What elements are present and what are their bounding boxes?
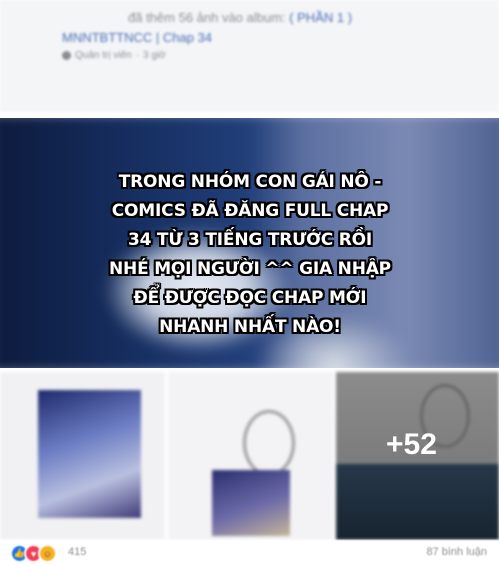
album-name-link[interactable]: ( PHẦN 1 ) — [289, 10, 352, 25]
thumbnail-art — [336, 464, 499, 540]
hero-image[interactable]: TRONG NHÓM CON GÁI NÔ - COMICS ĐÃ ĐĂNG F… — [0, 118, 499, 368]
caption-line: NHÉ MỌI NGƯỜI ^^ GIA NHẬP — [109, 259, 391, 279]
thumbnail-art — [38, 390, 141, 518]
reaction-icons[interactable]: 👍 ♥ ☺ — [10, 544, 57, 563]
added-prefix: đã thêm 56 ảnh vào album: — [128, 10, 286, 25]
post-time[interactable]: 3 giờ — [143, 50, 166, 61]
album-title-link[interactable]: MNNTBTTNCC | Chap 34 — [62, 30, 212, 45]
post-meta: Quản trị viên · 3 giờ — [62, 50, 166, 61]
thumbnail-art — [212, 470, 290, 536]
more-photos-count[interactable]: +52 — [386, 428, 437, 462]
comment-count[interactable]: 87 bình luận — [426, 546, 487, 558]
photo-thumbnail-2[interactable] — [168, 372, 333, 540]
post-header: đã thêm 56 ảnh vào album: ( PHẦN 1 ) MNN… — [0, 0, 499, 112]
admin-shield-icon — [62, 51, 71, 60]
photo-thumbnail-1[interactable] — [0, 372, 165, 540]
thumbnail-portrait-frame — [243, 410, 295, 476]
post-footer: 👍 ♥ ☺ 415 87 bình luận — [0, 540, 499, 565]
reaction-count[interactable]: 415 — [68, 546, 86, 558]
caption-line: COMICS ĐÃ ĐĂNG FULL CHAP — [111, 201, 389, 221]
caption-line: ĐỂ ĐƯỢC ĐỌC CHAP MỚI — [133, 288, 367, 308]
separator: · — [135, 50, 140, 61]
author-role: Quản trị viên — [75, 50, 132, 61]
post-action-text: đã thêm 56 ảnh vào album: ( PHẦN 1 ) — [128, 10, 352, 25]
caption-line: 34 TỪ 3 TIẾNG TRƯỚC RỒI — [127, 230, 373, 250]
caption-line: NHANH NHẤT NÀO! — [159, 317, 341, 337]
haha-icon: ☺ — [38, 544, 57, 563]
hero-caption: TRONG NHÓM CON GÁI NÔ - COMICS ĐÃ ĐĂNG F… — [100, 168, 400, 342]
caption-line: TRONG NHÓM CON GÁI NÔ - — [118, 172, 382, 192]
